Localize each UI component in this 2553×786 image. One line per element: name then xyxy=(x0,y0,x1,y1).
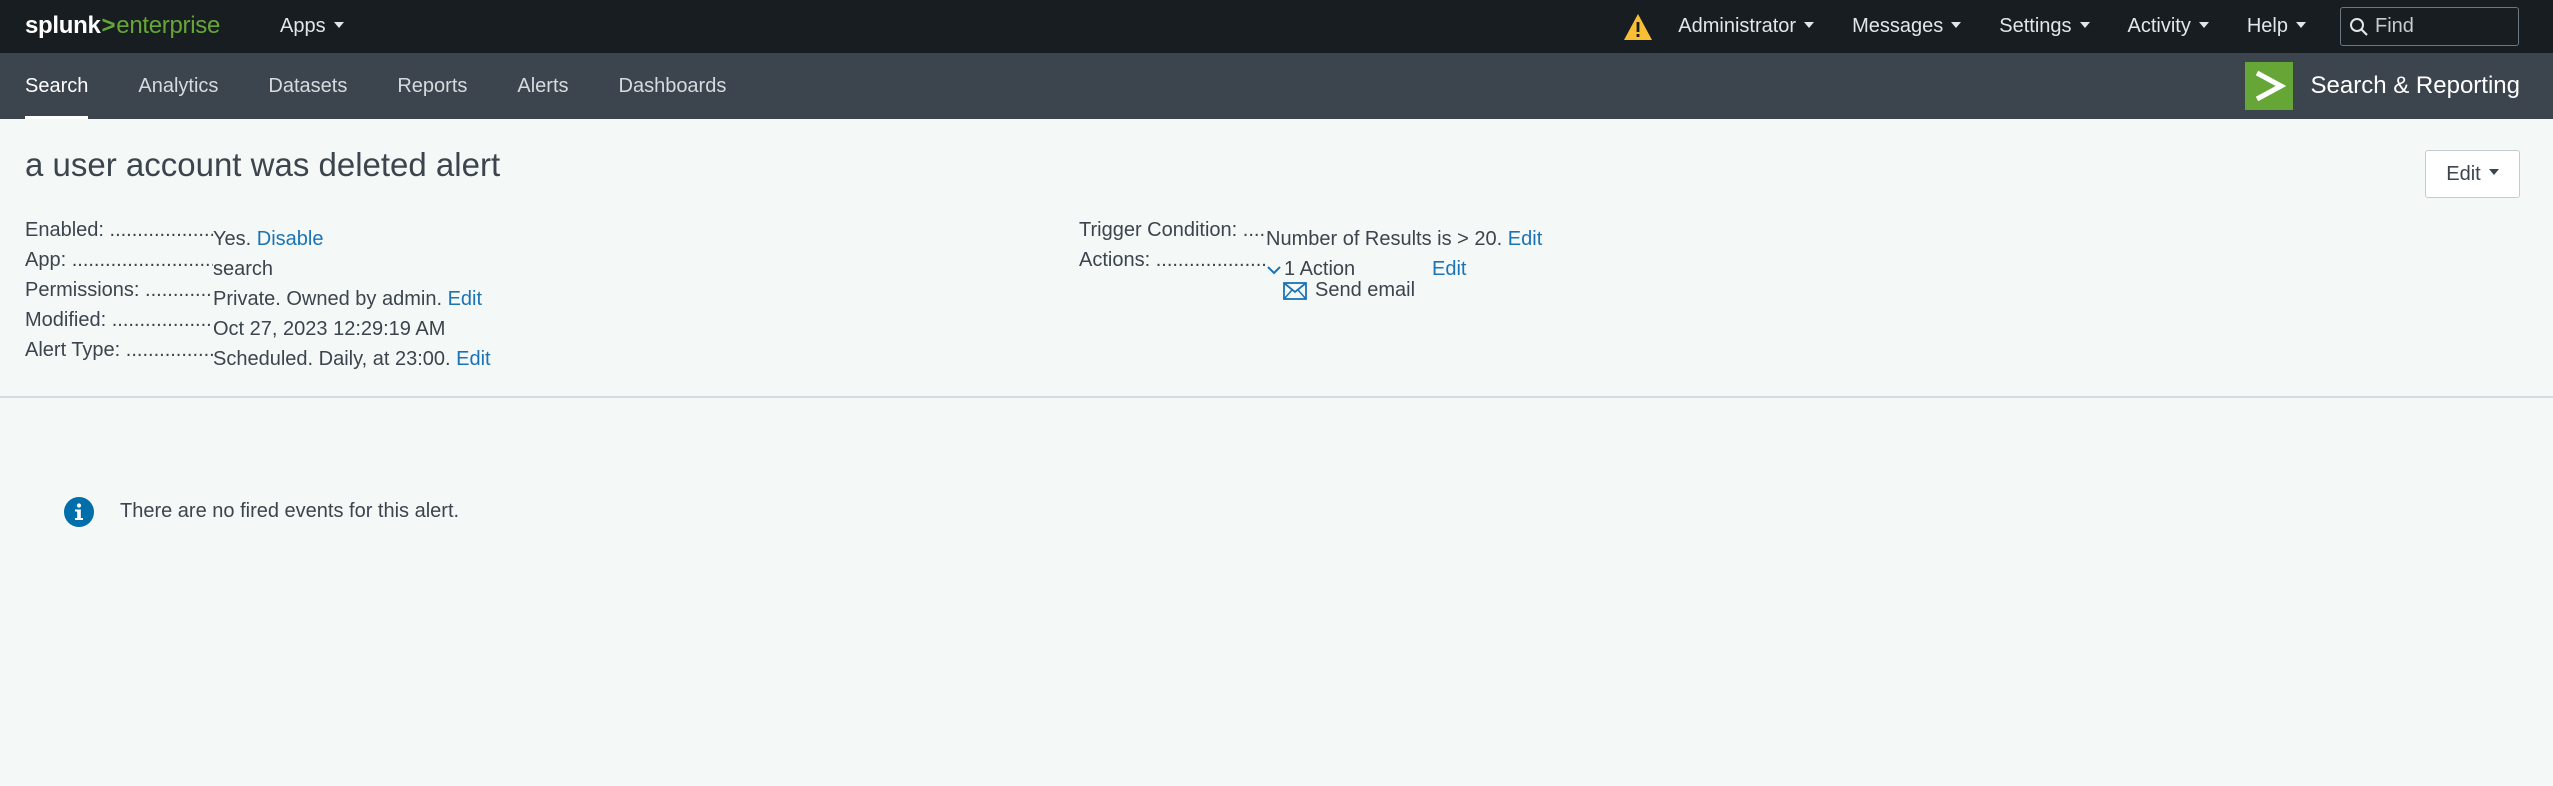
nav-dashboards[interactable]: Dashboards xyxy=(594,53,752,119)
nav-reports[interactable]: Reports xyxy=(372,53,492,119)
activity-menu-label: Activity xyxy=(2127,15,2191,37)
help-menu-label: Help xyxy=(2246,15,2288,37)
caret-down-icon xyxy=(2079,21,2090,28)
search-icon xyxy=(2350,17,2368,36)
messages-menu-label: Messages xyxy=(1852,15,1944,37)
splunk-logo[interactable]: splunk > enterprise xyxy=(25,12,220,40)
detail-key: Modified: .............................. xyxy=(25,309,213,331)
nav-analytics[interactable]: Analytics xyxy=(113,53,243,119)
caret-down-icon xyxy=(333,21,344,28)
caret-down-icon xyxy=(1804,21,1815,28)
settings-menu[interactable]: Settings xyxy=(1999,15,2090,38)
global-header: splunk > enterprise Apps Administrator M… xyxy=(0,0,2553,53)
action-item-label: Send email xyxy=(1315,279,1416,301)
detail-app: App: ...................................… xyxy=(25,245,273,280)
global-menus: Administrator Messages Settings Activity… xyxy=(1623,0,2519,53)
chevron-right-icon xyxy=(2244,62,2293,110)
detail-actions: Actions: ..............................1… xyxy=(1079,245,1466,280)
envelope-icon xyxy=(1283,281,1307,300)
app-title[interactable]: Search & Reporting xyxy=(2244,53,2520,119)
edit-trigger-link[interactable]: Edit xyxy=(1508,228,1542,250)
detail-enabled: Enabled: ..............................Y… xyxy=(25,215,323,250)
edit-alert-type-link[interactable]: Edit xyxy=(456,348,490,370)
find-box[interactable] xyxy=(2340,7,2519,46)
detail-key: Alert Type: ............................… xyxy=(25,339,213,361)
detail-key: Actions: .............................. xyxy=(1079,249,1266,271)
administrator-menu[interactable]: Administrator xyxy=(1678,15,1815,38)
detail-alert-type: Alert Type: ............................… xyxy=(25,335,491,370)
detail-key: Trigger Condition: .....................… xyxy=(1079,219,1266,241)
caret-down-icon xyxy=(2296,21,2306,28)
expand-actions-chevron-icon[interactable] xyxy=(1266,254,1282,284)
action-item-send-email: Send email xyxy=(1283,275,1415,305)
edit-permissions-link[interactable]: Edit xyxy=(448,288,482,310)
caret-down-icon xyxy=(2488,169,2499,175)
nav-datasets[interactable]: Datasets xyxy=(243,53,372,119)
detail-key: App: ...................................… xyxy=(25,249,213,271)
edit-button-label: Edit xyxy=(2446,162,2481,185)
detail-modified: Modified: ..............................… xyxy=(25,305,445,340)
logo-brand: splunk xyxy=(25,12,101,39)
app-title-label: Search & Reporting xyxy=(2310,72,2520,99)
detail-permissions: Permissions: ...........................… xyxy=(25,275,482,310)
info-circle-icon xyxy=(64,497,94,527)
caret-down-icon xyxy=(1951,21,1962,28)
nav-alerts[interactable]: Alerts xyxy=(492,53,593,119)
detail-key: Enabled: .............................. xyxy=(25,219,213,241)
logo-separator: > xyxy=(101,12,116,39)
messages-menu[interactable]: Messages xyxy=(1852,15,1962,38)
find-input[interactable] xyxy=(2375,15,2515,38)
app-bar: Search Analytics Datasets Reports Alerts… xyxy=(0,53,2553,119)
detail-key: Permissions: ...........................… xyxy=(25,279,213,301)
detail-value: Scheduled. Daily, at 23:00. xyxy=(213,348,451,370)
section-divider xyxy=(0,396,2553,398)
empty-state-message: There are no fired events for this alert… xyxy=(120,500,460,522)
administrator-menu-label: Administrator xyxy=(1678,15,1797,37)
logo-product: enterprise xyxy=(116,12,220,39)
activity-menu[interactable]: Activity xyxy=(2128,15,2209,38)
edit-button[interactable]: Edit xyxy=(2425,150,2520,198)
detail-trigger-condition: Trigger Condition: .....................… xyxy=(1079,215,1542,250)
apps-menu-label: Apps xyxy=(280,15,326,37)
apps-menu[interactable]: Apps xyxy=(280,0,344,53)
warning-triangle-icon[interactable] xyxy=(1623,13,1653,41)
edit-actions-link[interactable]: Edit xyxy=(1432,258,1466,280)
settings-menu-label: Settings xyxy=(1999,15,2072,37)
nav-search[interactable]: Search xyxy=(0,53,113,119)
app-nav: Search Analytics Datasets Reports Alerts… xyxy=(0,53,751,119)
help-menu[interactable]: Help xyxy=(2247,15,2306,38)
page-title: a user account was deleted alert xyxy=(25,146,501,183)
caret-down-icon xyxy=(2198,21,2209,28)
